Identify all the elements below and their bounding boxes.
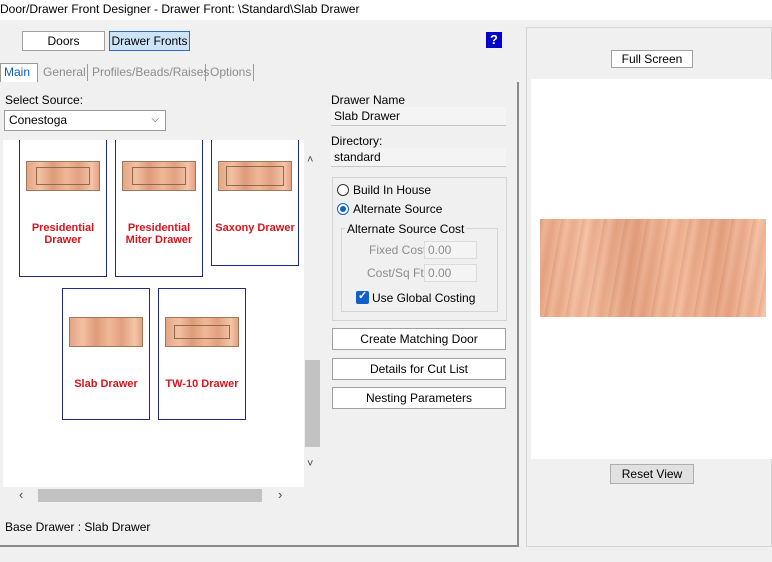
fixed-cost-field[interactable]: 0.00 xyxy=(424,241,477,259)
drawer-card-slab[interactable]: Slab Drawer xyxy=(62,288,150,420)
drawer-thumbnail xyxy=(165,317,239,347)
alternate-source-radio[interactable] xyxy=(337,203,349,215)
source-value: Conestoga xyxy=(9,113,68,127)
drawer-card-presidential[interactable]: Presidential Drawer xyxy=(19,140,107,277)
chevron-down-icon: ⌵ xyxy=(151,114,159,125)
drawer-label: Slab Drawer xyxy=(74,378,138,390)
horizontal-scrollbar[interactable]: ‹ › xyxy=(3,487,321,504)
scroll-right-icon[interactable]: › xyxy=(278,487,282,502)
drawer-thumbnail xyxy=(26,161,100,191)
build-in-house-radio[interactable] xyxy=(337,184,349,196)
source-dropdown[interactable]: Conestoga ⌵ xyxy=(4,110,166,131)
drawer-card-tw10[interactable]: TW-10 Drawer xyxy=(158,288,246,420)
tab-main[interactable]: Main xyxy=(0,63,38,82)
drawer-gallery: Presidential Drawer Presidential Miter D… xyxy=(3,140,304,487)
scroll-down-icon[interactable]: ˅ xyxy=(307,458,313,470)
alternate-source-label[interactable]: Alternate Source xyxy=(353,202,442,216)
cost-sqft-field[interactable]: 0.00 xyxy=(424,264,477,282)
help-icon[interactable]: ? xyxy=(486,32,502,48)
status-text: Base Drawer : Slab Drawer xyxy=(5,520,151,534)
drawer-thumbnail xyxy=(69,317,143,347)
checkmark-icon: ✓ xyxy=(358,290,368,302)
use-global-costing-checkbox[interactable]: ✓ xyxy=(356,290,369,304)
drawer-label: Presidential Drawer xyxy=(31,222,95,246)
drawer-name-label: Drawer Name xyxy=(331,93,406,107)
drawer-label: Presidential Miter Drawer xyxy=(125,222,193,246)
directory-field[interactable]: standard xyxy=(331,148,506,167)
cost-sqft-label: Cost/Sq Ft xyxy=(367,266,424,280)
create-matching-door-button[interactable]: Create Matching Door xyxy=(332,328,506,350)
drawer-card-presidential-miter[interactable]: Presidential Miter Drawer xyxy=(115,140,203,277)
directory-label: Directory: xyxy=(331,134,383,148)
doors-button[interactable]: Doors xyxy=(22,31,105,51)
wood-preview xyxy=(540,219,766,317)
drawer-fronts-button[interactable]: Drawer Fronts xyxy=(109,31,190,51)
preview-canvas[interactable] xyxy=(531,79,772,459)
drawer-card-saxony[interactable]: Saxony Drawer xyxy=(211,140,299,266)
fixed-cost-label: Fixed Cost xyxy=(369,243,427,257)
build-in-house-label[interactable]: Build In House xyxy=(353,183,431,197)
drawer-thumbnail xyxy=(122,161,196,191)
tab-options[interactable]: Options xyxy=(207,64,254,81)
use-global-costing-label[interactable]: Use Global Costing xyxy=(372,291,475,305)
full-screen-button[interactable]: Full Screen xyxy=(611,50,693,68)
drawer-label: Saxony Drawer xyxy=(215,222,295,234)
alternate-cost-legend: Alternate Source Cost xyxy=(345,222,467,236)
scroll-up-icon[interactable]: ˄ xyxy=(307,154,313,166)
scroll-thumb[interactable] xyxy=(305,360,320,447)
drawer-thumbnail xyxy=(218,161,292,191)
details-cut-list-button[interactable]: Details for Cut List xyxy=(332,358,506,380)
nesting-parameters-button[interactable]: Nesting Parameters xyxy=(332,387,506,409)
reset-view-button[interactable]: Reset View xyxy=(610,464,694,484)
drawer-label: TW-10 Drawer xyxy=(165,378,239,390)
scroll-left-icon[interactable]: ‹ xyxy=(19,487,23,502)
select-source-label: Select Source: xyxy=(5,93,84,107)
tab-profiles-beads-raises[interactable]: Profiles/Beads/Raises xyxy=(89,64,209,81)
scroll-thumb-horizontal[interactable] xyxy=(38,489,262,502)
vertical-scrollbar[interactable]: ˄ ˅ xyxy=(304,140,321,487)
drawer-name-field[interactable]: Slab Drawer xyxy=(331,107,506,126)
window-title: Door/Drawer Front Designer - Drawer Fron… xyxy=(0,0,772,20)
tab-general[interactable]: General xyxy=(40,64,88,81)
